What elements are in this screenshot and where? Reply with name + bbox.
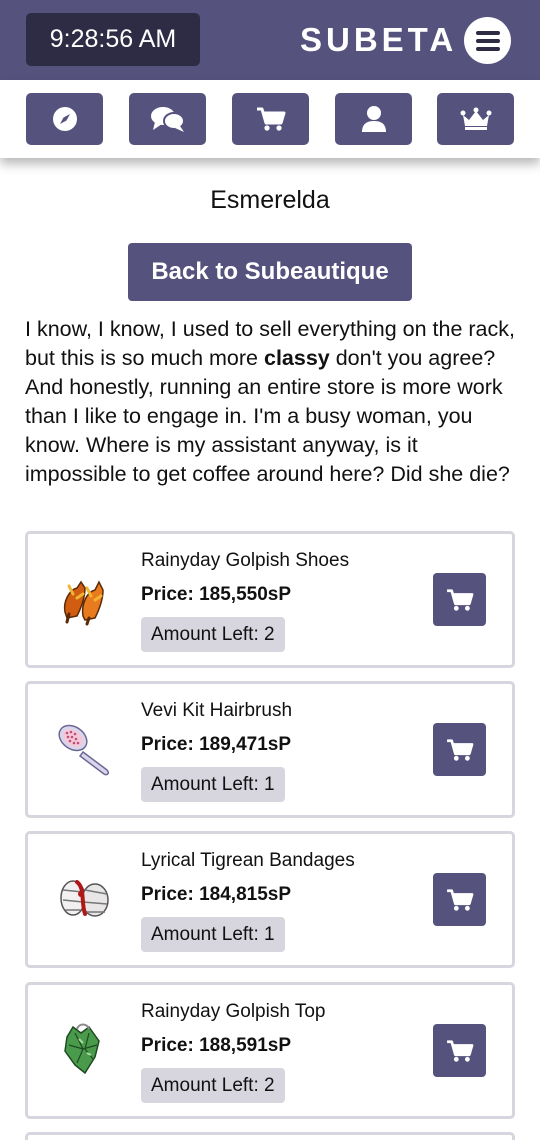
shopping-cart-icon [256, 107, 285, 131]
top-icon [64, 1023, 100, 1075]
nav-shop-button[interactable] [232, 93, 309, 145]
item-amount-badge: Amount Left: 2 [141, 617, 285, 652]
nav-premium-button[interactable] [437, 93, 514, 145]
shop-item-card: Rainyday Golpish Top Price: 188,591sP Am… [25, 982, 515, 1119]
menu-button[interactable] [464, 17, 511, 64]
crown-icon [460, 107, 491, 130]
shop-item-card [25, 1132, 515, 1140]
compass-icon [52, 107, 77, 131]
item-price: Price: 184,815sP [141, 884, 292, 905]
nav-chat-button[interactable] [129, 93, 206, 145]
nav-bar [0, 80, 540, 158]
item-name: Rainyday Golpish Top [141, 1001, 326, 1022]
item-price: Price: 189,471sP [141, 734, 292, 755]
buy-button[interactable] [433, 573, 486, 626]
shopkeeper-dialogue: I know, I know, I used to sell everythin… [25, 315, 520, 489]
shopping-cart-icon [446, 888, 473, 911]
shoes-icon [63, 580, 104, 626]
bandages-icon [60, 880, 109, 917]
item-price: Price: 185,550sP [141, 584, 292, 605]
shop-item-card: Vevi Kit Hairbrush Price: 189,471sP Amou… [25, 681, 515, 818]
chat-bubbles-icon [150, 107, 185, 132]
user-icon [361, 106, 386, 132]
shopping-cart-icon [446, 1039, 473, 1062]
nav-profile-button[interactable] [335, 93, 412, 145]
hamburger-menu-icon [475, 30, 500, 51]
shop-keeper-name: Esmerelda [210, 186, 330, 214]
item-name: Lyrical Tigrean Bandages [141, 850, 355, 871]
item-amount-badge: Amount Left: 1 [141, 767, 285, 802]
brand-logo[interactable]: SUBETA [300, 18, 457, 62]
hairbrush-icon [58, 724, 109, 776]
item-name: Vevi Kit Hairbrush [141, 700, 293, 721]
shop-item-card: Lyrical Tigrean Bandages Price: 184,815s… [25, 831, 515, 968]
buy-button[interactable] [433, 723, 486, 776]
top-bar: 9:28:56 AM SUBETA [0, 0, 540, 80]
shop-item-card: Rainyday Golpish Shoes Price: 185,550sP … [25, 531, 515, 668]
item-amount-badge: Amount Left: 2 [141, 1068, 285, 1103]
buy-button[interactable] [433, 873, 486, 926]
item-price: Price: 188,591sP [141, 1035, 292, 1056]
back-to-shop-button[interactable]: Back to Subeautique [128, 243, 412, 301]
shopping-cart-icon [446, 588, 473, 611]
nav-explore-button[interactable] [26, 93, 103, 145]
item-amount-badge: Amount Left: 1 [141, 917, 285, 952]
clock: 9:28:56 AM [26, 13, 200, 66]
shopping-cart-icon [446, 738, 473, 761]
buy-button[interactable] [433, 1024, 486, 1077]
dialogue-text-bold: classy [263, 346, 330, 370]
item-name: Rainyday Golpish Shoes [141, 550, 350, 571]
